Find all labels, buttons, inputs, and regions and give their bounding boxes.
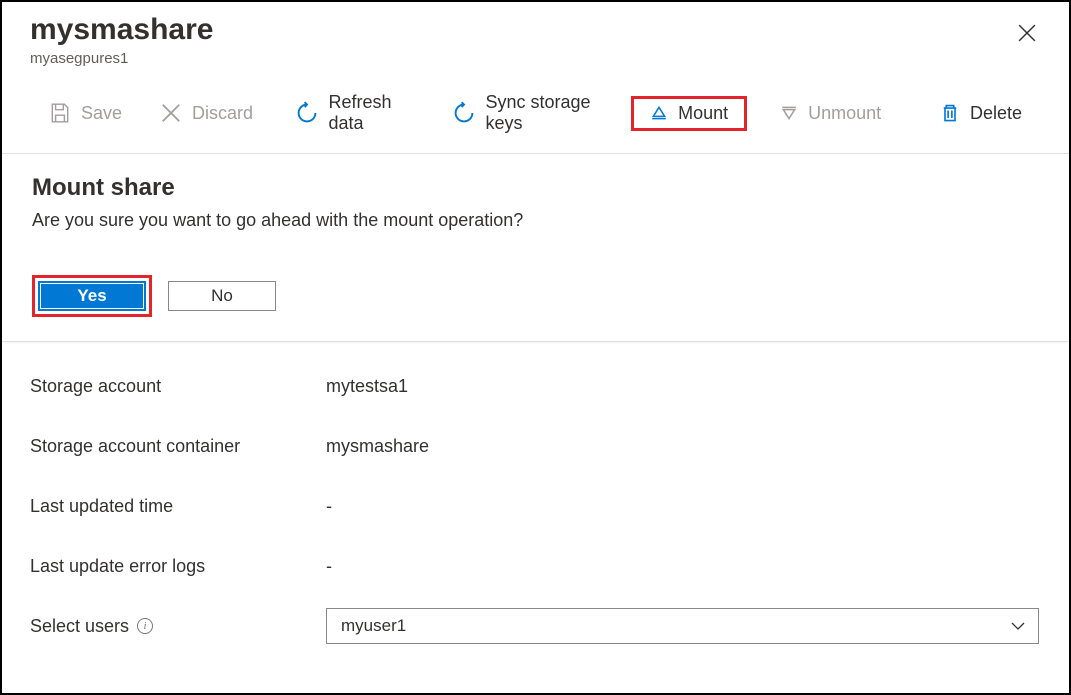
mount-icon: [650, 104, 668, 122]
delete-label: Delete: [970, 103, 1022, 124]
field-updated: Last updated time -: [30, 476, 1039, 536]
discard-button[interactable]: Discard: [141, 95, 272, 131]
sync-icon: [452, 101, 476, 125]
updated-label: Last updated time: [30, 496, 326, 517]
errors-label: Last update error logs: [30, 556, 326, 577]
page-subtitle: myasegpures1: [30, 50, 1039, 67]
info-icon[interactable]: i: [137, 618, 153, 634]
field-users: Select users i myuser1: [30, 596, 1039, 656]
storage-account-value: mytestsa1: [326, 376, 408, 397]
refresh-label: Refresh data: [329, 92, 414, 134]
share-blade: mysmashare myasegpures1 Save Discard: [0, 0, 1071, 695]
mount-confirm-panel: Mount share Are you sure you want to go …: [2, 154, 1069, 342]
command-bar: Save Discard Refresh data Sync storage k…: [2, 67, 1069, 154]
sync-button[interactable]: Sync storage keys: [433, 85, 628, 141]
users-selected: myuser1: [341, 616, 406, 636]
users-label: Select users i: [30, 616, 326, 637]
discard-icon: [160, 102, 182, 124]
panel-buttons: Yes No: [32, 275, 1039, 317]
users-dropdown[interactable]: myuser1: [326, 608, 1039, 644]
chevron-down-icon: [1010, 618, 1026, 634]
save-label: Save: [81, 103, 122, 124]
no-wrap: No: [162, 275, 282, 317]
refresh-icon: [295, 101, 319, 125]
close-icon: [1018, 24, 1036, 45]
mount-label: Mount: [678, 103, 728, 124]
container-value: mysmashare: [326, 436, 429, 457]
discard-label: Discard: [192, 103, 253, 124]
delete-button[interactable]: Delete: [921, 96, 1041, 131]
container-label: Storage account container: [30, 436, 326, 457]
sync-label: Sync storage keys: [486, 92, 609, 134]
unmount-button[interactable]: Unmount: [761, 96, 900, 131]
field-container: Storage account container mysmashare: [30, 416, 1039, 476]
close-button[interactable]: [1013, 20, 1041, 48]
yes-wrap: Yes: [32, 275, 152, 317]
mount-button[interactable]: Mount: [631, 96, 747, 131]
field-errors: Last update error logs -: [30, 536, 1039, 596]
field-storage-account: Storage account mytestsa1: [30, 356, 1039, 416]
storage-account-label: Storage account: [30, 376, 326, 397]
panel-title: Mount share: [32, 174, 1039, 202]
unmount-label: Unmount: [808, 103, 881, 124]
users-label-text: Select users: [30, 616, 129, 637]
errors-value: -: [326, 556, 332, 577]
blade-header: mysmashare myasegpures1: [2, 2, 1069, 67]
page-title: mysmashare: [30, 12, 1039, 48]
panel-text: Are you sure you want to go ahead with t…: [32, 210, 1039, 231]
no-button[interactable]: No: [168, 281, 276, 311]
save-icon: [49, 102, 71, 124]
unmount-icon: [780, 104, 798, 122]
refresh-button[interactable]: Refresh data: [276, 85, 433, 141]
yes-button[interactable]: Yes: [38, 281, 146, 311]
delete-icon: [940, 103, 960, 123]
updated-value: -: [326, 496, 332, 517]
save-button[interactable]: Save: [30, 95, 141, 131]
details-section: Storage account mytestsa1 Storage accoun…: [2, 342, 1069, 656]
